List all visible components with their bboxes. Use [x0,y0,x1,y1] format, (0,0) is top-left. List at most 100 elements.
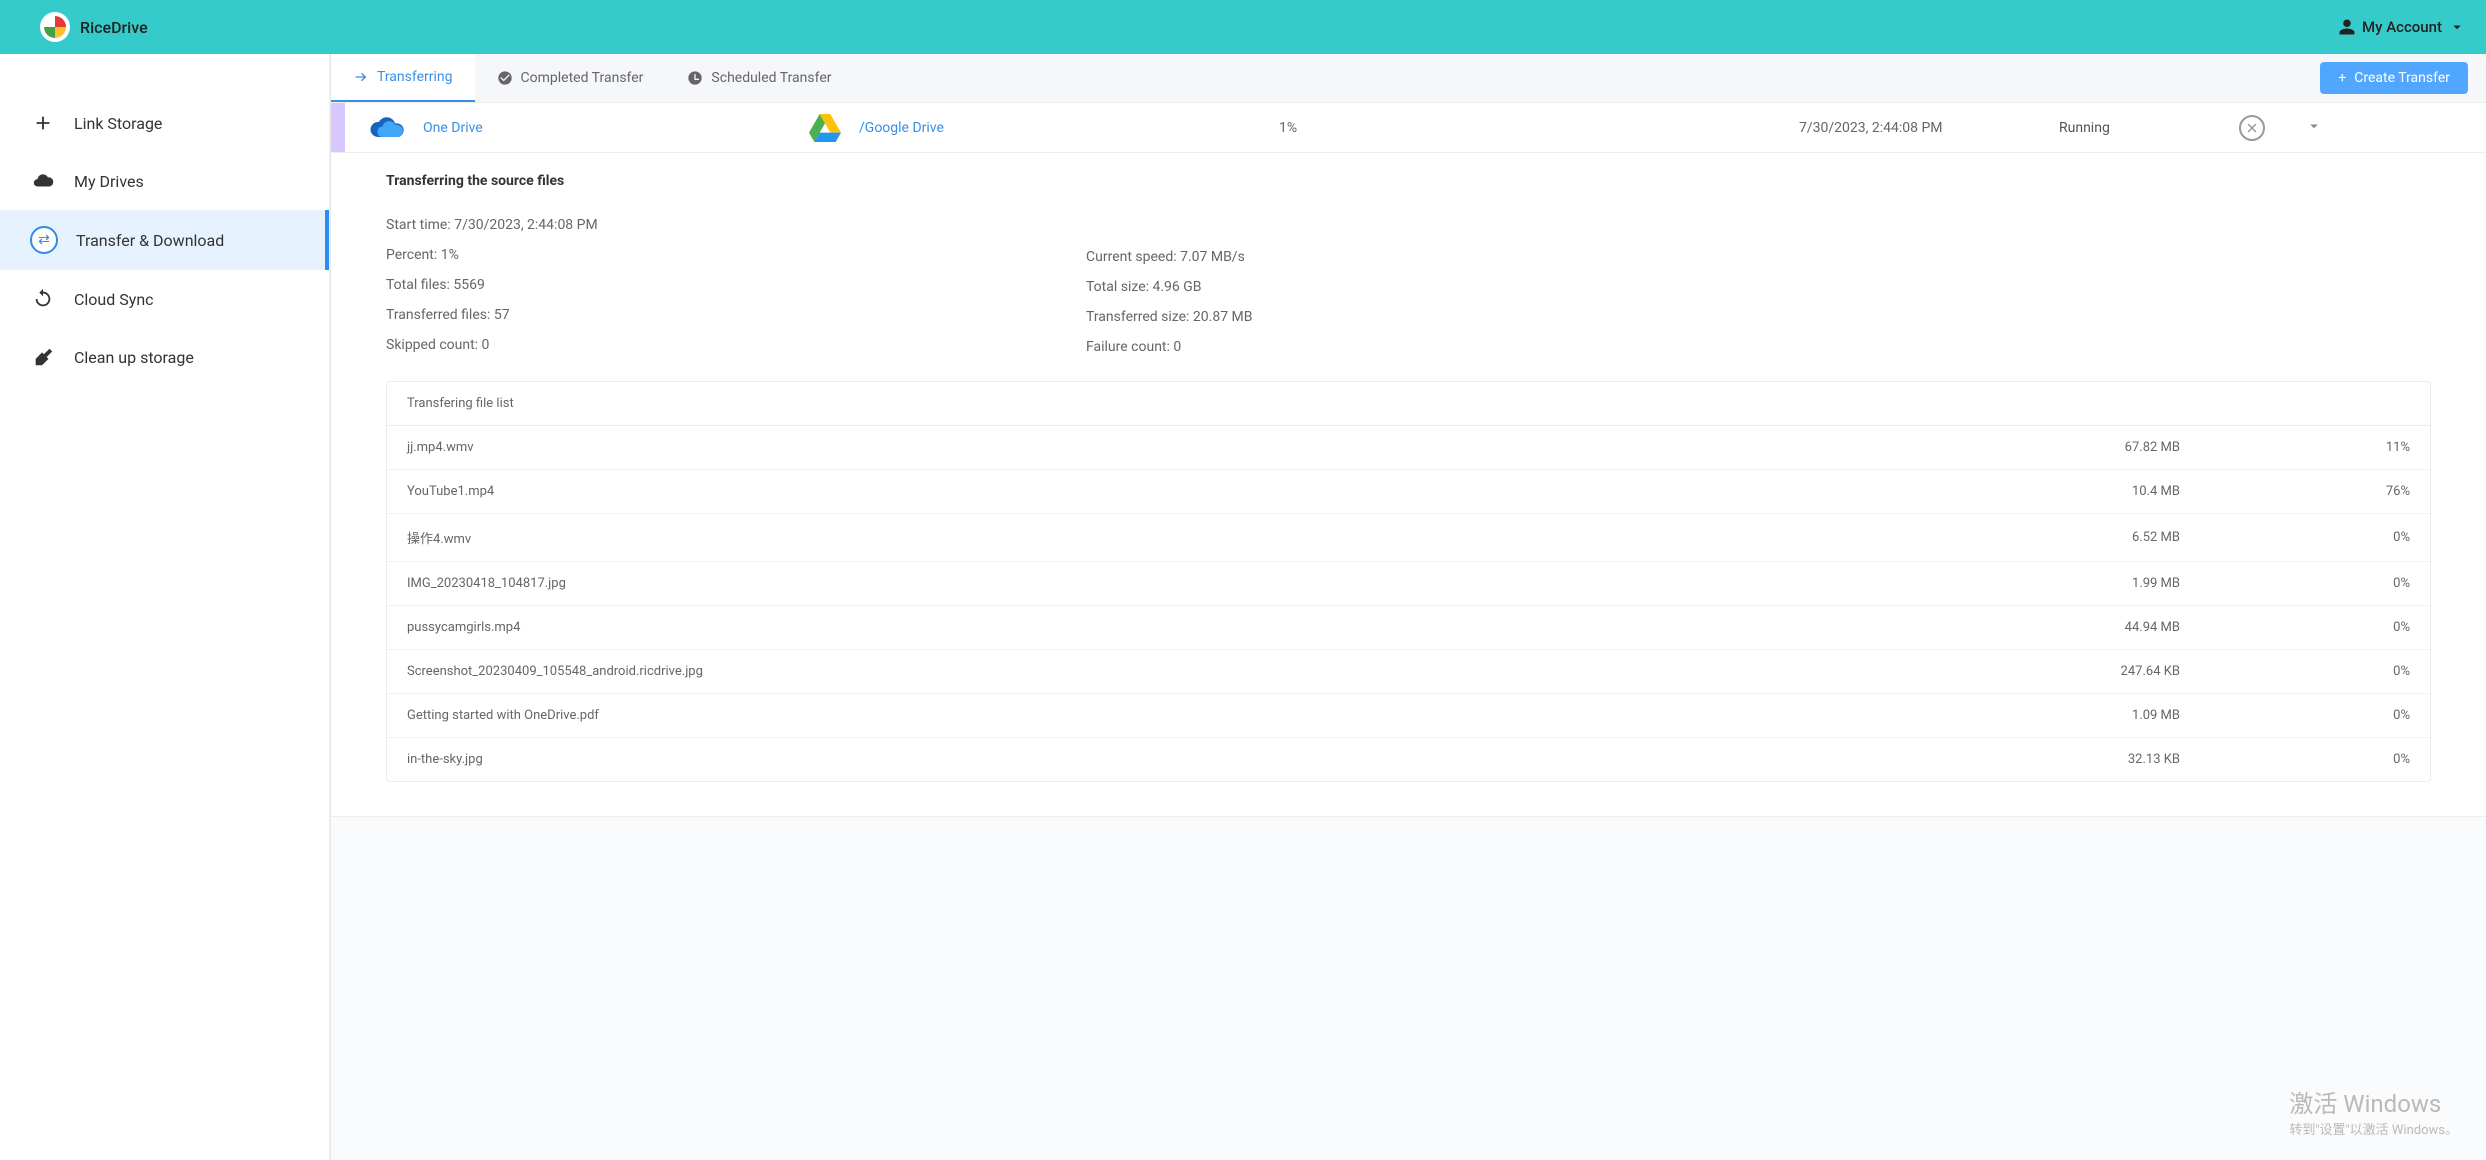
check-circle-icon [497,70,513,86]
stat-total-files: Total files: 5569 [386,277,1086,293]
stop-button[interactable] [2239,115,2265,141]
stop-icon [2246,122,2258,134]
file-percent: 0% [2300,620,2410,635]
stat-skipped: Skipped count: 0 [386,337,1086,353]
stats-left: Start time: 7/30/2023, 2:44:08 PM Percen… [386,217,1086,355]
file-size: 44.94 MB [2060,620,2300,635]
account-label: My Account [2362,18,2442,36]
file-size: 67.82 MB [2060,440,2300,455]
plus-icon [30,110,56,136]
file-name: Screenshot_20230409_105548_android.ricdr… [407,664,2060,679]
tabs-row: Transferring Completed Transfer Schedule… [331,54,2486,103]
stat-total-size: Total size: 4.96 GB [1086,279,1786,295]
create-transfer-button[interactable]: + Create Transfer [2320,62,2468,94]
file-size: 32.13 KB [2060,752,2300,767]
plus-icon: + [2338,70,2346,86]
file-row[interactable]: Screenshot_20230409_105548_android.ricdr… [387,650,2430,694]
file-percent: 0% [2300,576,2410,591]
transfer-row[interactable]: One Drive /Google Drive 1% 7/30/2023, 2:… [331,103,2486,153]
sync-icon [30,286,56,312]
file-name: in-the-sky.jpg [407,752,2060,767]
stat-transferred-size: Transferred size: 20.87 MB [1086,309,1786,325]
my-account-menu[interactable]: My Account [2338,18,2466,36]
file-percent: 0% [2300,708,2410,723]
sidebar-item-clean-up[interactable]: Clean up storage [0,328,329,386]
source-drive[interactable]: One Drive [369,114,809,142]
create-transfer-label: Create Transfer [2354,70,2450,86]
onedrive-icon [369,114,405,142]
sidebar: Link Storage My Drives ⇄ Transfer & Down… [0,54,330,1160]
file-row[interactable]: jj.mp4.wmv67.82 MB11% [387,426,2430,470]
tab-label: Completed Transfer [521,70,644,86]
file-name: IMG_20230418_104817.jpg [407,576,2060,591]
file-name: 操作4.wmv [407,528,2060,547]
destination-drive-name: /Google Drive [859,120,944,136]
tab-label: Scheduled Transfer [711,70,831,86]
file-list: Transfering file list jj.mp4.wmv67.82 MB… [386,381,2431,782]
file-percent: 11% [2300,440,2410,455]
stat-start-time: Start time: 7/30/2023, 2:44:08 PM [386,217,1086,233]
file-row[interactable]: 操作4.wmv6.52 MB0% [387,514,2430,562]
transfer-time: 7/30/2023, 2:44:08 PM [1799,120,2059,136]
file-row[interactable]: pussycamgirls.mp444.94 MB0% [387,606,2430,650]
transfer-details: Transferring the source files Start time… [331,153,2486,817]
stat-percent: Percent: 1% [386,247,1086,263]
file-size: 6.52 MB [2060,530,2300,545]
file-percent: 0% [2300,752,2410,767]
file-percent: 0% [2300,530,2410,545]
file-size: 1.09 MB [2060,708,2300,723]
app-name: RiceDrive [80,18,148,37]
sidebar-item-label: Cloud Sync [74,290,154,309]
sidebar-item-my-drives[interactable]: My Drives [0,152,329,210]
clock-icon [687,70,703,86]
cloud-icon [30,168,56,194]
chevron-down-icon [2448,18,2466,36]
file-list-header: Transfering file list [387,382,2430,426]
stat-transferred-files: Transferred files: 57 [386,307,1086,323]
sidebar-item-label: My Drives [74,172,144,191]
sidebar-item-label: Clean up storage [74,348,194,367]
transfer-status: Running [2059,120,2199,136]
chevron-down-icon [2305,117,2323,135]
tab-scheduled[interactable]: Scheduled Transfer [665,54,853,102]
transfer-icon: ⇄ [30,226,58,254]
file-row[interactable]: Getting started with OneDrive.pdf1.09 MB… [387,694,2430,738]
file-size: 247.64 KB [2060,664,2300,679]
source-drive-name: One Drive [423,120,483,136]
file-name: jj.mp4.wmv [407,440,2060,455]
main-panel: Transferring Completed Transfer Schedule… [330,54,2486,1160]
arrow-right-icon [353,69,369,85]
logo-icon [40,12,70,42]
sidebar-item-cloud-sync[interactable]: Cloud Sync [0,270,329,328]
app-logo[interactable]: RiceDrive [40,12,148,42]
expand-toggle[interactable] [2305,117,2323,139]
file-percent: 0% [2300,664,2410,679]
tab-transferring[interactable]: Transferring [331,54,475,102]
destination-drive[interactable]: /Google Drive [809,114,1279,142]
file-row[interactable]: YouTube1.mp410.4 MB76% [387,470,2430,514]
stats-right: Current speed: 7.07 MB/s Total size: 4.9… [1086,217,1786,355]
stat-speed: Current speed: 7.07 MB/s [1086,249,1786,265]
user-icon [2338,18,2356,36]
file-name: YouTube1.mp4 [407,484,2060,499]
tab-completed[interactable]: Completed Transfer [475,54,666,102]
file-row[interactable]: IMG_20230418_104817.jpg1.99 MB0% [387,562,2430,606]
file-name: pussycamgirls.mp4 [407,620,2060,635]
file-row[interactable]: in-the-sky.jpg32.13 KB0% [387,738,2430,781]
file-size: 10.4 MB [2060,484,2300,499]
file-percent: 76% [2300,484,2410,499]
broom-icon [30,344,56,370]
sidebar-item-link-storage[interactable]: Link Storage [0,94,329,152]
sidebar-item-label: Transfer & Download [76,231,224,250]
sidebar-item-label: Link Storage [74,114,162,133]
transfer-percent: 1% [1279,120,1799,136]
stat-failures: Failure count: 0 [1086,339,1786,355]
tab-label: Transferring [377,69,453,85]
sidebar-item-transfer-download[interactable]: ⇄ Transfer & Download [0,210,329,270]
top-bar: RiceDrive My Account [0,0,2486,54]
details-title: Transferring the source files [386,173,2431,189]
file-size: 1.99 MB [2060,576,2300,591]
file-name: Getting started with OneDrive.pdf [407,708,2060,723]
accent-bar [331,103,345,152]
googledrive-icon [809,114,841,142]
